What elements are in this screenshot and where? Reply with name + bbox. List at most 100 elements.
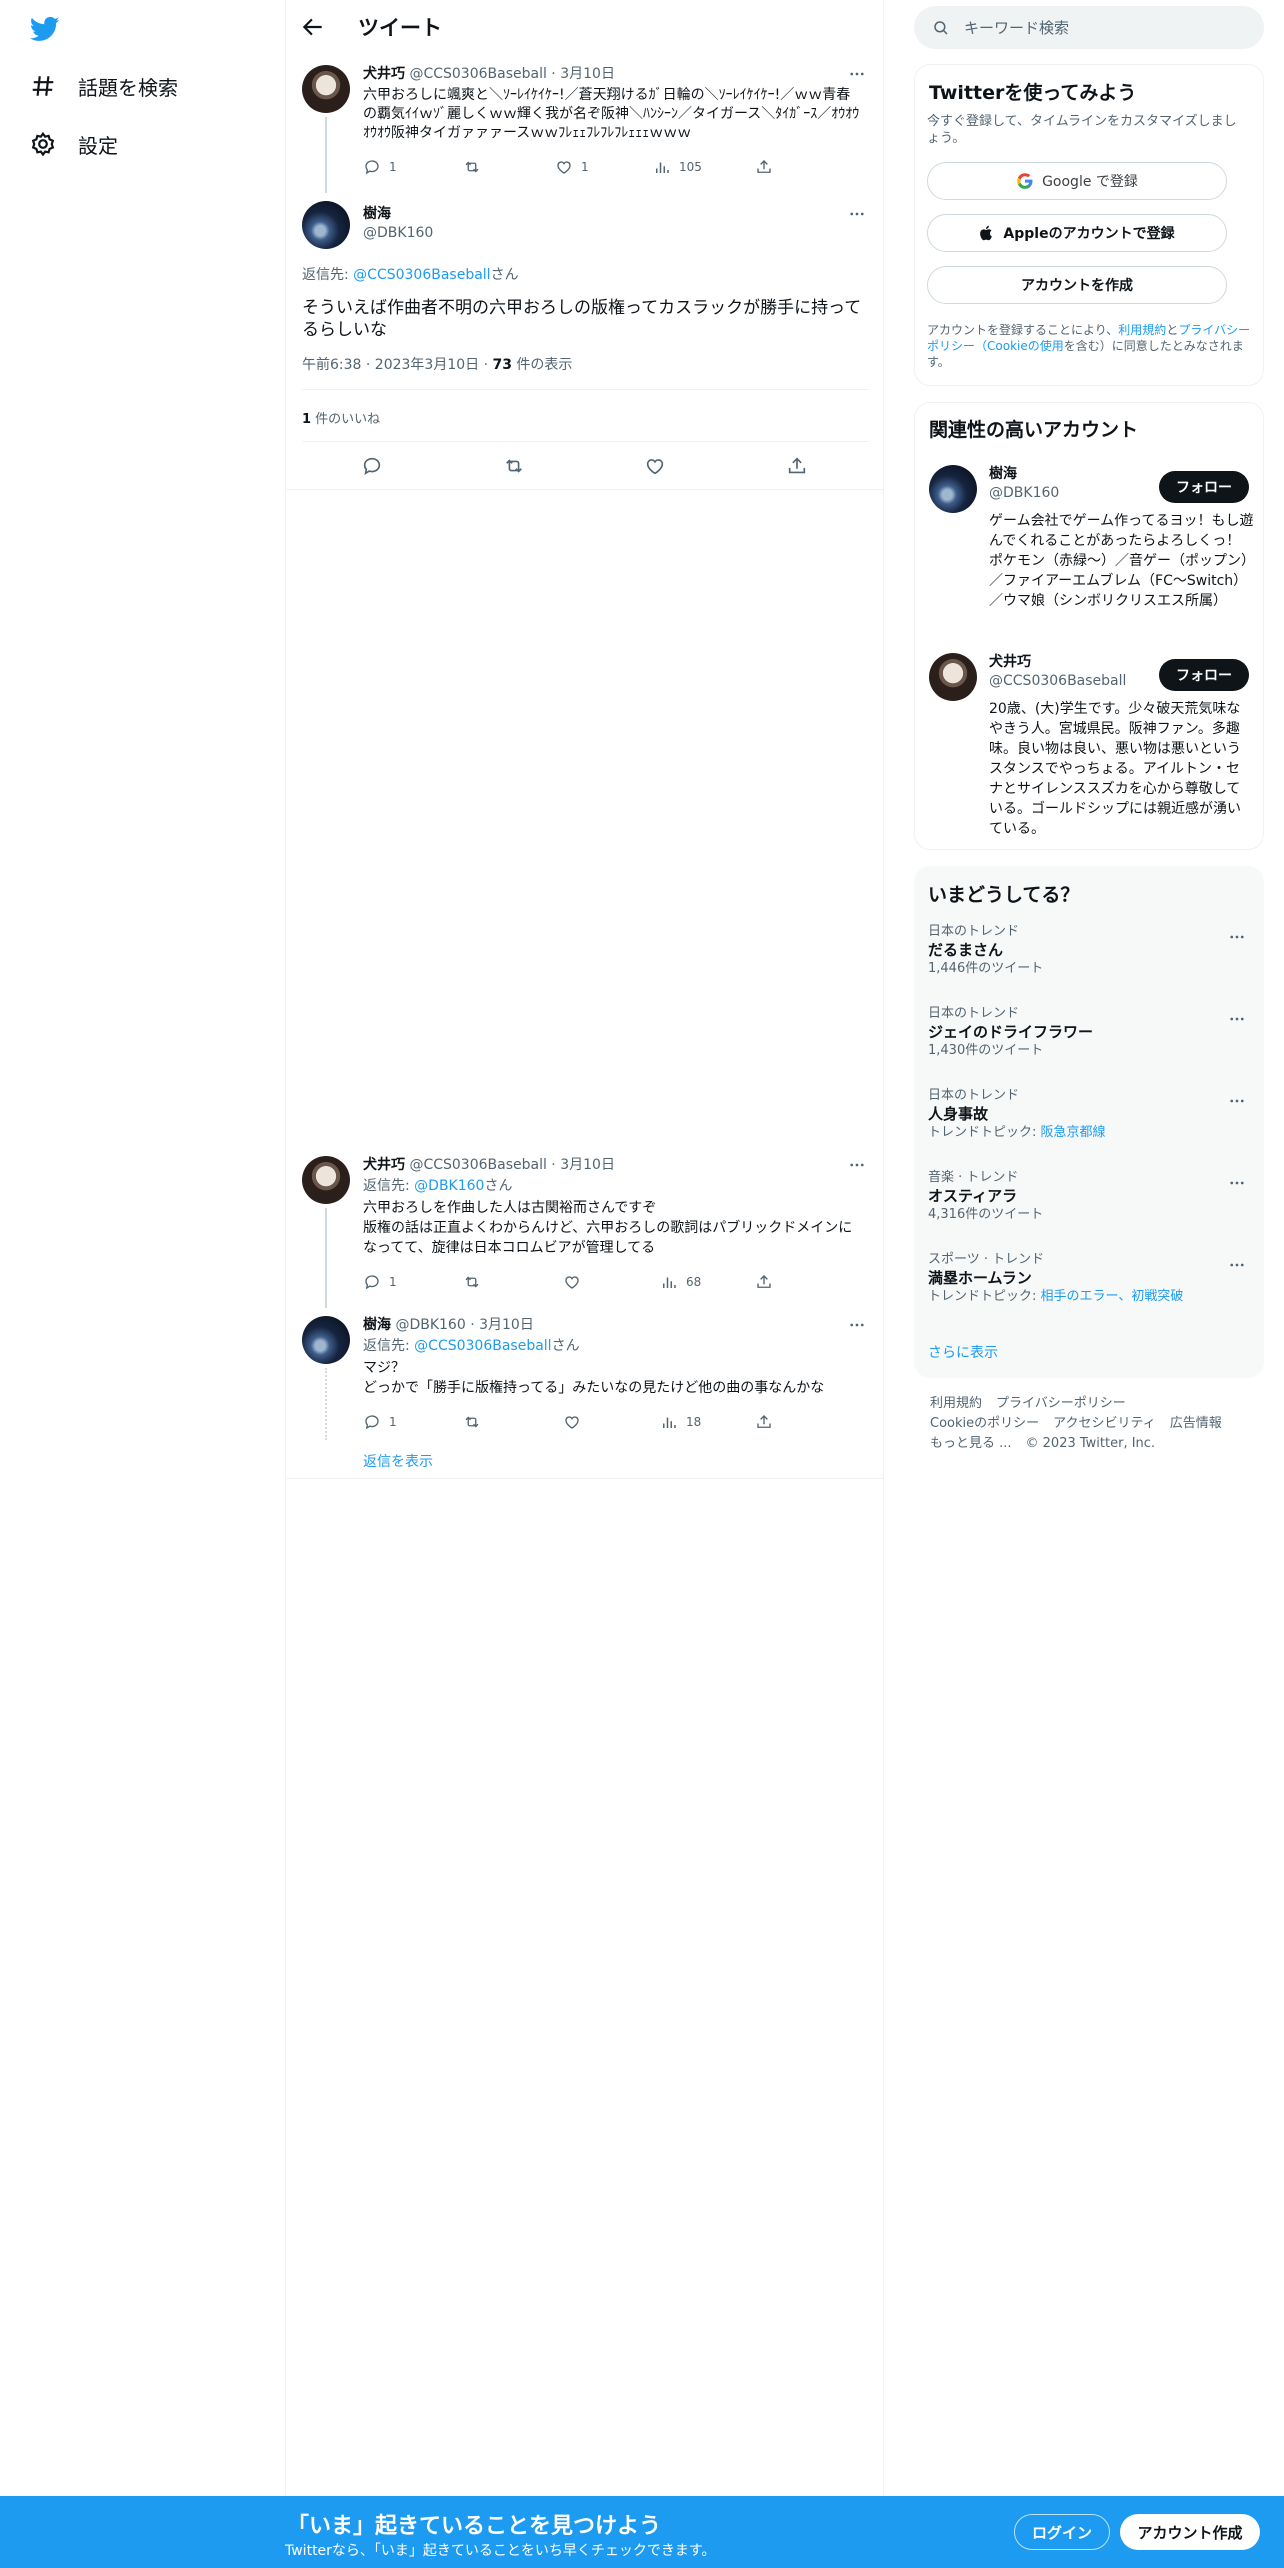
google-signup-button[interactable]: Google で登録	[927, 162, 1227, 200]
like-button[interactable]	[563, 1413, 581, 1431]
trend-topic-link[interactable]: 相手のエラー、初戦突破	[1041, 1289, 1184, 1304]
trend-category: 日本のトレンド	[928, 1006, 1020, 1021]
more-options-icon[interactable]	[1226, 928, 1248, 946]
user-handle[interactable]: @DBK160	[989, 484, 1059, 503]
more-options-icon[interactable]	[846, 205, 868, 223]
tweet-time[interactable]: 午前6:38 · 2023年3月10日 ·	[302, 357, 493, 373]
like-count: 1	[581, 160, 589, 174]
follow-button[interactable]: フォロー	[1159, 471, 1249, 503]
parent-tweet[interactable]: 犬井巧 @CCS0306Baseball · 3月10日 六甲おろしに颯爽と＼ｿ…	[286, 53, 883, 193]
views-button[interactable]: 18	[660, 1413, 701, 1431]
share-button[interactable]	[755, 1413, 773, 1431]
trend-topic: トレンドトピック: 相手のエラー、初戦突破	[928, 1288, 1248, 1306]
show-more-link[interactable]: さらに表示	[928, 1342, 998, 1362]
footer-more-link[interactable]: もっと見る ...	[930, 1436, 1012, 1451]
likes-summary[interactable]: 1 件のいいね	[302, 408, 380, 427]
tweet-date[interactable]: 3月10日	[560, 1157, 615, 1173]
reply-button[interactable]: 1	[363, 1273, 397, 1291]
retweet-button[interactable]	[503, 455, 525, 477]
nav-settings[interactable]: 設定	[30, 124, 118, 164]
trend-item[interactable]: 日本のトレンド ジェイのドライフラワー 1,430件のツイート	[928, 1006, 1248, 1060]
user-name[interactable]: 犬井巧	[363, 1157, 405, 1173]
legal-text: アカウントを登録することにより、	[927, 323, 1119, 337]
share-button[interactable]	[755, 158, 773, 176]
reply-button[interactable]: 1	[363, 158, 397, 176]
user-handle[interactable]: @CCS0306Baseball	[409, 66, 546, 82]
trend-item[interactable]: 日本のトレンド だるまさん 1,446件のツイート	[928, 924, 1248, 978]
login-button[interactable]: ログイン	[1014, 2514, 1110, 2550]
like-button[interactable]	[563, 1273, 581, 1291]
more-options-icon[interactable]	[846, 1156, 868, 1174]
retweet-button[interactable]	[463, 158, 481, 176]
show-replies-link[interactable]: 返信を表示	[363, 1451, 433, 1471]
avatar[interactable]	[929, 653, 977, 701]
footer-privacy-link[interactable]: プライバシーポリシー	[996, 1396, 1126, 1411]
legal-and: と	[1166, 323, 1179, 337]
nav-explore[interactable]: 話題を検索	[30, 66, 178, 106]
search-input[interactable]	[964, 18, 1244, 37]
share-icon	[755, 1413, 773, 1431]
avatar[interactable]	[302, 201, 350, 249]
terms-link[interactable]: 利用規約	[1118, 323, 1166, 337]
user-handle[interactable]: @CCS0306Baseball	[409, 1157, 546, 1173]
footer-terms-link[interactable]: 利用規約	[930, 1396, 982, 1411]
follow-button[interactable]: フォロー	[1159, 659, 1249, 691]
apple-signup-button[interactable]: Appleのアカウントで登録	[927, 214, 1227, 252]
create-account-button[interactable]: アカウントを作成	[927, 266, 1227, 304]
share-icon	[755, 158, 773, 176]
more-options-icon[interactable]	[1226, 1010, 1248, 1028]
avatar[interactable]	[302, 1316, 350, 1364]
retweet-button[interactable]	[463, 1273, 481, 1291]
footer-accessibility-link[interactable]: アクセシビリティ	[1053, 1416, 1156, 1431]
trend-item[interactable]: スポーツ · トレンド 満塁ホームラン トレンドトピック: 相手のエラー、初戦突…	[928, 1252, 1248, 1306]
more-options-icon[interactable]	[1226, 1174, 1248, 1192]
user-name[interactable]: 樹海	[989, 465, 1059, 484]
reply-to-link[interactable]: @CCS0306Baseball	[353, 267, 490, 283]
search-box[interactable]	[914, 6, 1264, 49]
more-options-icon[interactable]	[846, 1316, 868, 1334]
avatar[interactable]	[929, 465, 977, 513]
back-arrow-icon[interactable]	[300, 14, 326, 40]
account-item[interactable]: 犬井巧 @CCS0306Baseball フォロー 20歳、(大)学生です。少々…	[915, 651, 1263, 841]
trend-topic-link[interactable]: 阪急京都線	[1041, 1125, 1106, 1140]
reply-to-link[interactable]: @DBK160	[414, 1178, 484, 1194]
divider	[286, 489, 883, 490]
reply-button[interactable]	[361, 455, 383, 477]
user-name[interactable]: 樹海	[363, 205, 433, 224]
share-button[interactable]	[786, 455, 808, 477]
more-options-icon[interactable]	[846, 65, 868, 83]
separator-dot: ·	[546, 1157, 561, 1173]
footer-ads-link[interactable]: 広告情報	[1170, 1416, 1222, 1431]
like-button[interactable]	[644, 455, 666, 477]
reply-tweet[interactable]: 樹海 @DBK160 · 3月10日 返信先: @CCS0306Baseball…	[286, 1308, 883, 1470]
like-button[interactable]: 1	[555, 158, 589, 176]
user-name[interactable]: 犬井巧	[363, 66, 405, 82]
user-handle[interactable]: @DBK160	[363, 224, 433, 243]
avatar[interactable]	[302, 1156, 350, 1204]
user-name[interactable]: 樹海	[363, 1317, 391, 1333]
share-button[interactable]	[755, 1273, 773, 1291]
reply-tweet[interactable]: 犬井巧 @CCS0306Baseball · 3月10日 返信先: @DBK16…	[286, 1148, 883, 1308]
account-item[interactable]: 樹海 @DBK160 フォロー ゲーム会社でゲーム作ってるヨッ！もし遊んでくれる…	[915, 463, 1263, 633]
views-button[interactable]: 105	[653, 158, 702, 176]
user-name[interactable]: 犬井巧	[989, 653, 1126, 672]
trend-item[interactable]: 音楽 · トレンド オスティアラ 4,316件のツイート	[928, 1170, 1248, 1224]
user-handle[interactable]: @CCS0306Baseball	[989, 672, 1126, 691]
retweet-button[interactable]	[463, 1413, 481, 1431]
signup-button[interactable]: アカウント作成	[1120, 2514, 1260, 2550]
footer-cookie-link[interactable]: Cookieのポリシー	[930, 1416, 1039, 1431]
more-options-icon[interactable]	[1226, 1256, 1248, 1274]
more-options-icon[interactable]	[1226, 1092, 1248, 1110]
tweet-author[interactable]: 樹海 @DBK160	[363, 205, 433, 243]
views-button[interactable]: 68	[660, 1273, 701, 1291]
twitter-logo-icon[interactable]	[28, 14, 62, 44]
page-title: ツイート	[358, 16, 442, 40]
avatar[interactable]	[302, 65, 350, 113]
divider	[302, 441, 869, 442]
trend-item[interactable]: 日本のトレンド 人身事故 トレンドトピック: 阪急京都線	[928, 1088, 1248, 1142]
tweet-date[interactable]: 3月10日	[479, 1317, 534, 1333]
reply-button[interactable]: 1	[363, 1413, 397, 1431]
tweet-date[interactable]: 3月10日	[560, 66, 615, 82]
user-handle[interactable]: @DBK160	[395, 1317, 465, 1333]
reply-to-link[interactable]: @CCS0306Baseball	[414, 1338, 551, 1354]
